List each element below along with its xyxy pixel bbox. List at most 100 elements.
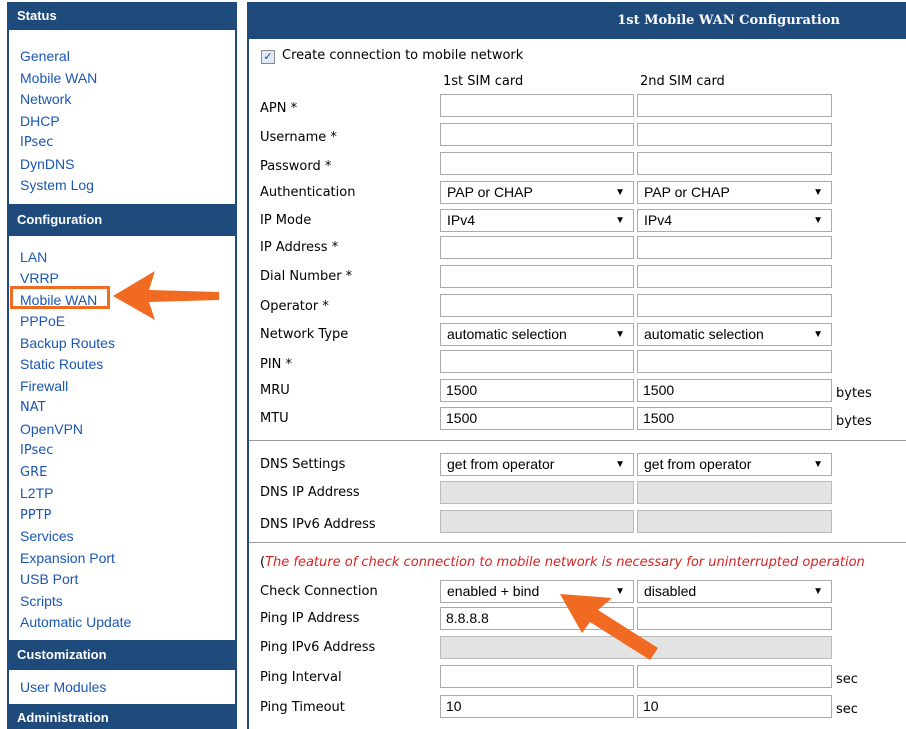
ping-ipv6-row: Ping IPv6 Address <box>249 636 906 659</box>
dropdown-arrow-icon: ▼ <box>615 187 625 198</box>
sidebar-item-openvpn[interactable]: OpenVPN <box>9 419 235 441</box>
network-type-sim2-value: automatic selection <box>644 326 764 342</box>
dns-settings-label: DNS Settings <box>260 457 346 472</box>
note-text: The feature of check connection to mobil… <box>265 555 865 570</box>
check-connection-label: Check Connection <box>260 584 378 599</box>
dns-ipv6-row: DNS IPv6 Address <box>249 510 906 533</box>
sidebar-item-pppoe[interactable]: PPPoE <box>9 311 235 333</box>
mtu-unit: bytes <box>836 414 872 429</box>
dns-settings-sim1-select[interactable]: get from operator ▼ <box>440 453 634 476</box>
dropdown-arrow-icon: ▼ <box>615 586 625 597</box>
dropdown-arrow-icon: ▼ <box>813 329 823 340</box>
sidebar-item-ipsec[interactable]: IPsec <box>9 440 235 462</box>
password-sim2-input[interactable] <box>637 152 832 175</box>
ping-timeout-sim1-input[interactable]: 10 <box>440 695 634 718</box>
sidebar-item-l2tp[interactable]: L2TP <box>9 483 235 505</box>
ping-ip-sim2-input[interactable] <box>637 607 832 630</box>
ping-interval-sim1-input[interactable] <box>440 665 634 688</box>
dns-ipv6-sim1-input <box>440 510 634 533</box>
sidebar-item-dyndns[interactable]: DynDNS <box>9 154 235 176</box>
sidebar-item-expansion-port[interactable]: Expansion Port <box>9 548 235 570</box>
check-connection-sim2-value: disabled <box>644 583 697 599</box>
mru-row: MRU 1500 1500 bytes <box>249 379 906 402</box>
check-connection-row: Check Connection enabled + bind ▼ disable… <box>249 580 906 603</box>
network-type-sim1-select[interactable]: automatic selection ▼ <box>440 323 634 346</box>
username-sim1-input[interactable] <box>440 123 634 146</box>
ip-mode-row: IP Mode IPv4 ▼ IPv4 ▼ <box>249 209 906 232</box>
status-header: Status <box>9 2 235 30</box>
sidebar-item-automatic-update[interactable]: Automatic Update <box>9 612 235 634</box>
dns-ip-sim2-input <box>637 481 832 504</box>
operator-sim1-input[interactable] <box>440 294 634 317</box>
ip-mode-sim2-value: IPv4 <box>644 212 673 228</box>
dial-number-sim1-input[interactable] <box>440 265 634 288</box>
sidebar-item-status-mobile-wan[interactable]: Mobile WAN <box>9 68 235 90</box>
sidebar-item-services[interactable]: Services <box>9 526 235 548</box>
ip-address-label: IP Address * <box>260 240 339 255</box>
dial-number-sim2-input[interactable] <box>637 265 832 288</box>
ip-address-sim1-input[interactable] <box>440 236 634 259</box>
username-sim2-input[interactable] <box>637 123 832 146</box>
operator-row: Operator * <box>249 294 906 317</box>
pin-sim2-input[interactable] <box>637 350 832 373</box>
configuration-header: Configuration <box>9 203 235 236</box>
sidebar-item-status-ipsec[interactable]: IPsec <box>9 132 235 154</box>
status-menu: General Mobile WAN Network DHCP IPsec Dy… <box>9 30 235 204</box>
dns-ip-row: DNS IP Address <box>249 481 906 504</box>
ip-mode-sim2-select[interactable]: IPv4 ▼ <box>637 209 832 232</box>
dns-settings-row: DNS Settings get from operator ▼ get from… <box>249 453 906 476</box>
ip-address-sim2-input[interactable] <box>637 236 832 259</box>
authentication-sim2-select[interactable]: PAP or CHAP ▼ <box>637 181 832 204</box>
sidebar-item-backup-routes[interactable]: Backup Routes <box>9 333 235 355</box>
password-sim1-input[interactable] <box>440 152 634 175</box>
mru-sim1-input[interactable]: 1500 <box>440 379 634 402</box>
sidebar-item-lan[interactable]: LAN <box>9 247 235 269</box>
ping-interval-sim2-input[interactable] <box>637 665 832 688</box>
username-row: Username * <box>249 123 906 146</box>
sidebar-item-gre[interactable]: GRE <box>9 462 235 484</box>
operator-sim2-input[interactable] <box>637 294 832 317</box>
pin-sim1-input[interactable] <box>440 350 634 373</box>
ping-ip-row: Ping IP Address 8.8.8.8 <box>249 607 906 630</box>
pin-label: PIN * <box>260 357 293 372</box>
check-connection-sim2-select[interactable]: disabled ▼ <box>637 580 832 603</box>
dns-ipv6-label: DNS IPv6 Address <box>260 517 376 532</box>
sidebar-item-pptp[interactable]: PPTP <box>9 505 235 527</box>
sidebar-item-firewall[interactable]: Firewall <box>9 376 235 398</box>
ping-timeout-row: Ping Timeout 10 10 sec <box>249 695 906 718</box>
sidebar-item-dhcp[interactable]: DHCP <box>9 111 235 133</box>
ping-timeout-sim2-input[interactable]: 10 <box>637 695 832 718</box>
ip-mode-sim1-select[interactable]: IPv4 ▼ <box>440 209 634 232</box>
sidebar-item-user-modules[interactable]: User Modules <box>9 677 235 699</box>
mtu-sim1-input[interactable]: 1500 <box>440 407 634 430</box>
authentication-sim1-value: PAP or CHAP <box>447 184 533 200</box>
dropdown-arrow-icon: ▼ <box>615 215 625 226</box>
authentication-sim1-select[interactable]: PAP or CHAP ▼ <box>440 181 634 204</box>
dns-settings-sim2-value: get from operator <box>644 456 752 472</box>
sidebar-item-network[interactable]: Network <box>9 89 235 111</box>
create-connection-checkbox[interactable]: ✓ <box>261 50 275 64</box>
dns-ipv6-sim2-input <box>637 510 832 533</box>
password-label: Password * <box>260 159 332 174</box>
check-connection-sim1-select[interactable]: enabled + bind ▼ <box>440 580 634 603</box>
ip-mode-sim1-value: IPv4 <box>447 212 476 228</box>
authentication-label: Authentication <box>260 185 356 200</box>
network-type-sim2-select[interactable]: automatic selection ▼ <box>637 323 832 346</box>
sidebar-item-system-log[interactable]: System Log <box>9 175 235 197</box>
ping-timeout-unit: sec <box>836 702 858 717</box>
mtu-sim2-input[interactable]: 1500 <box>637 407 832 430</box>
mru-sim2-input[interactable]: 1500 <box>637 379 832 402</box>
sidebar-item-usb-port[interactable]: USB Port <box>9 569 235 591</box>
sidebar-item-general[interactable]: General <box>9 46 235 68</box>
sidebar-item-static-routes[interactable]: Static Routes <box>9 354 235 376</box>
apn-sim2-input[interactable] <box>637 94 832 117</box>
sidebar-item-mobile-wan[interactable]: Mobile WAN <box>9 290 235 312</box>
dns-settings-sim2-select[interactable]: get from operator ▼ <box>637 453 832 476</box>
ping-ip-sim1-input[interactable]: 8.8.8.8 <box>440 607 634 630</box>
section-divider <box>249 440 906 441</box>
sidebar-item-vrrp[interactable]: VRRP <box>9 268 235 290</box>
sidebar-item-scripts[interactable]: Scripts <box>9 591 235 613</box>
ping-ip-label: Ping IP Address <box>260 611 360 626</box>
sidebar-item-nat[interactable]: NAT <box>9 397 235 419</box>
apn-sim1-input[interactable] <box>440 94 634 117</box>
